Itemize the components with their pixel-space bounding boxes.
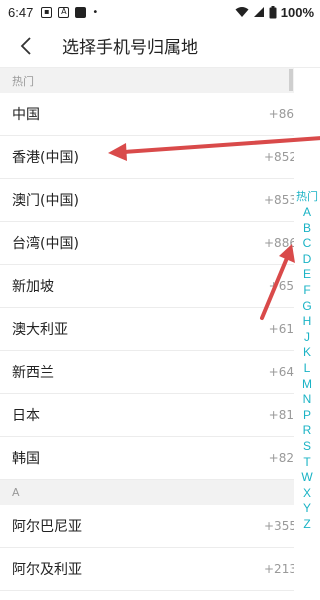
index-item-f[interactable]: F	[303, 283, 310, 299]
list-item[interactable]: 新西兰 +64	[0, 351, 294, 394]
index-item-m[interactable]: M	[302, 377, 312, 393]
country-name: 新加坡	[12, 279, 54, 295]
list-item[interactable]: 阿尔及利亚 +213	[0, 548, 294, 591]
list-item[interactable]: 澳门(中国) +853	[0, 179, 294, 222]
list-item[interactable]: 韩国 +82	[0, 437, 294, 480]
index-item-y[interactable]: Y	[303, 501, 311, 517]
status-system-icons: 100%	[235, 5, 314, 20]
list-item[interactable]: 日本 +81	[0, 394, 294, 437]
index-item-p[interactable]: P	[303, 408, 311, 424]
page-title: 选择手机号归属地	[62, 38, 198, 58]
index-item-g[interactable]: G	[302, 299, 311, 315]
country-name: 澳门(中国)	[12, 193, 79, 209]
dot-icon: •	[92, 6, 99, 18]
country-name: 香港(中国)	[12, 150, 79, 166]
index-item-b[interactable]: B	[303, 221, 311, 237]
country-code: +82	[268, 451, 294, 465]
list-item[interactable]: 中国 +86	[0, 93, 294, 136]
index-item-n[interactable]: N	[303, 392, 312, 408]
alphabet-index-bar[interactable]: 热门 A B C D E F G H J K L M N P R S T W X…	[294, 188, 320, 532]
index-item-l[interactable]: L	[304, 361, 311, 377]
index-item-h[interactable]: H	[303, 314, 312, 330]
section-header-hot: 热门	[0, 68, 294, 93]
country-name: 阿尔及利亚	[12, 562, 82, 578]
index-item-e[interactable]: E	[303, 267, 311, 283]
country-code: +886	[264, 236, 294, 250]
battery-percent: 100%	[280, 4, 314, 20]
list-item[interactable]: 澳大利亚 +61	[0, 308, 294, 351]
country-name: 台湾(中国)	[12, 236, 79, 252]
scrollbar[interactable]	[289, 69, 293, 91]
status-time: 6:47	[8, 4, 34, 20]
country-code: +65	[268, 279, 294, 293]
index-item-w[interactable]: W	[301, 470, 312, 486]
font-a-icon: A	[58, 6, 70, 18]
country-code: +852	[264, 150, 294, 164]
app-header: 选择手机号归属地	[0, 24, 320, 68]
stop-square-icon	[75, 6, 87, 18]
index-item-z[interactable]: Z	[303, 517, 310, 533]
country-name: 日本	[12, 408, 40, 424]
back-button[interactable]	[4, 24, 48, 68]
index-item-d[interactable]: D	[303, 252, 312, 268]
country-code: +86	[268, 107, 294, 121]
index-item-j[interactable]: J	[304, 330, 310, 346]
list-item[interactable]: 阿尔巴尼亚 +355	[0, 505, 294, 548]
country-code: +64	[268, 365, 294, 379]
list-item[interactable]: 台湾(中国) +886	[0, 222, 294, 265]
country-code: +853	[264, 193, 294, 207]
index-item-c[interactable]: C	[303, 236, 312, 252]
country-name: 阿尔巴尼亚	[12, 519, 82, 535]
section-header-a: A	[0, 480, 294, 505]
status-notification-icons: ▪ A •	[41, 6, 99, 18]
index-item-s[interactable]: S	[303, 439, 311, 455]
wifi-icon	[235, 7, 249, 17]
country-code: +213	[264, 562, 294, 576]
index-item-a[interactable]: A	[303, 205, 311, 221]
signal-icon	[253, 7, 264, 17]
chevron-left-icon	[20, 36, 31, 55]
country-code: +355	[264, 519, 294, 533]
battery-icon	[269, 5, 277, 18]
list-item[interactable]: 香港(中国) +852	[0, 136, 294, 179]
index-item-r[interactable]: R	[303, 423, 312, 439]
country-name: 澳大利亚	[12, 322, 68, 338]
list-item[interactable]: 新加坡 +65	[0, 265, 294, 308]
index-item-x[interactable]: X	[303, 486, 311, 502]
status-bar: 6:47 ▪ A • 100%	[0, 0, 320, 24]
country-list[interactable]: 热门 中国 +86 香港(中国) +852 澳门(中国) +853 台湾(中国)…	[0, 68, 294, 600]
country-name: 新西兰	[12, 365, 54, 381]
image-icon: ▪	[41, 6, 53, 18]
country-name: 韩国	[12, 451, 40, 467]
country-name: 中国	[12, 107, 40, 123]
index-item-t[interactable]: T	[303, 455, 310, 471]
country-code: +61	[268, 322, 294, 336]
index-item-k[interactable]: K	[303, 345, 311, 361]
country-code: +81	[268, 408, 294, 422]
index-item-hot[interactable]: 热门	[296, 188, 318, 205]
